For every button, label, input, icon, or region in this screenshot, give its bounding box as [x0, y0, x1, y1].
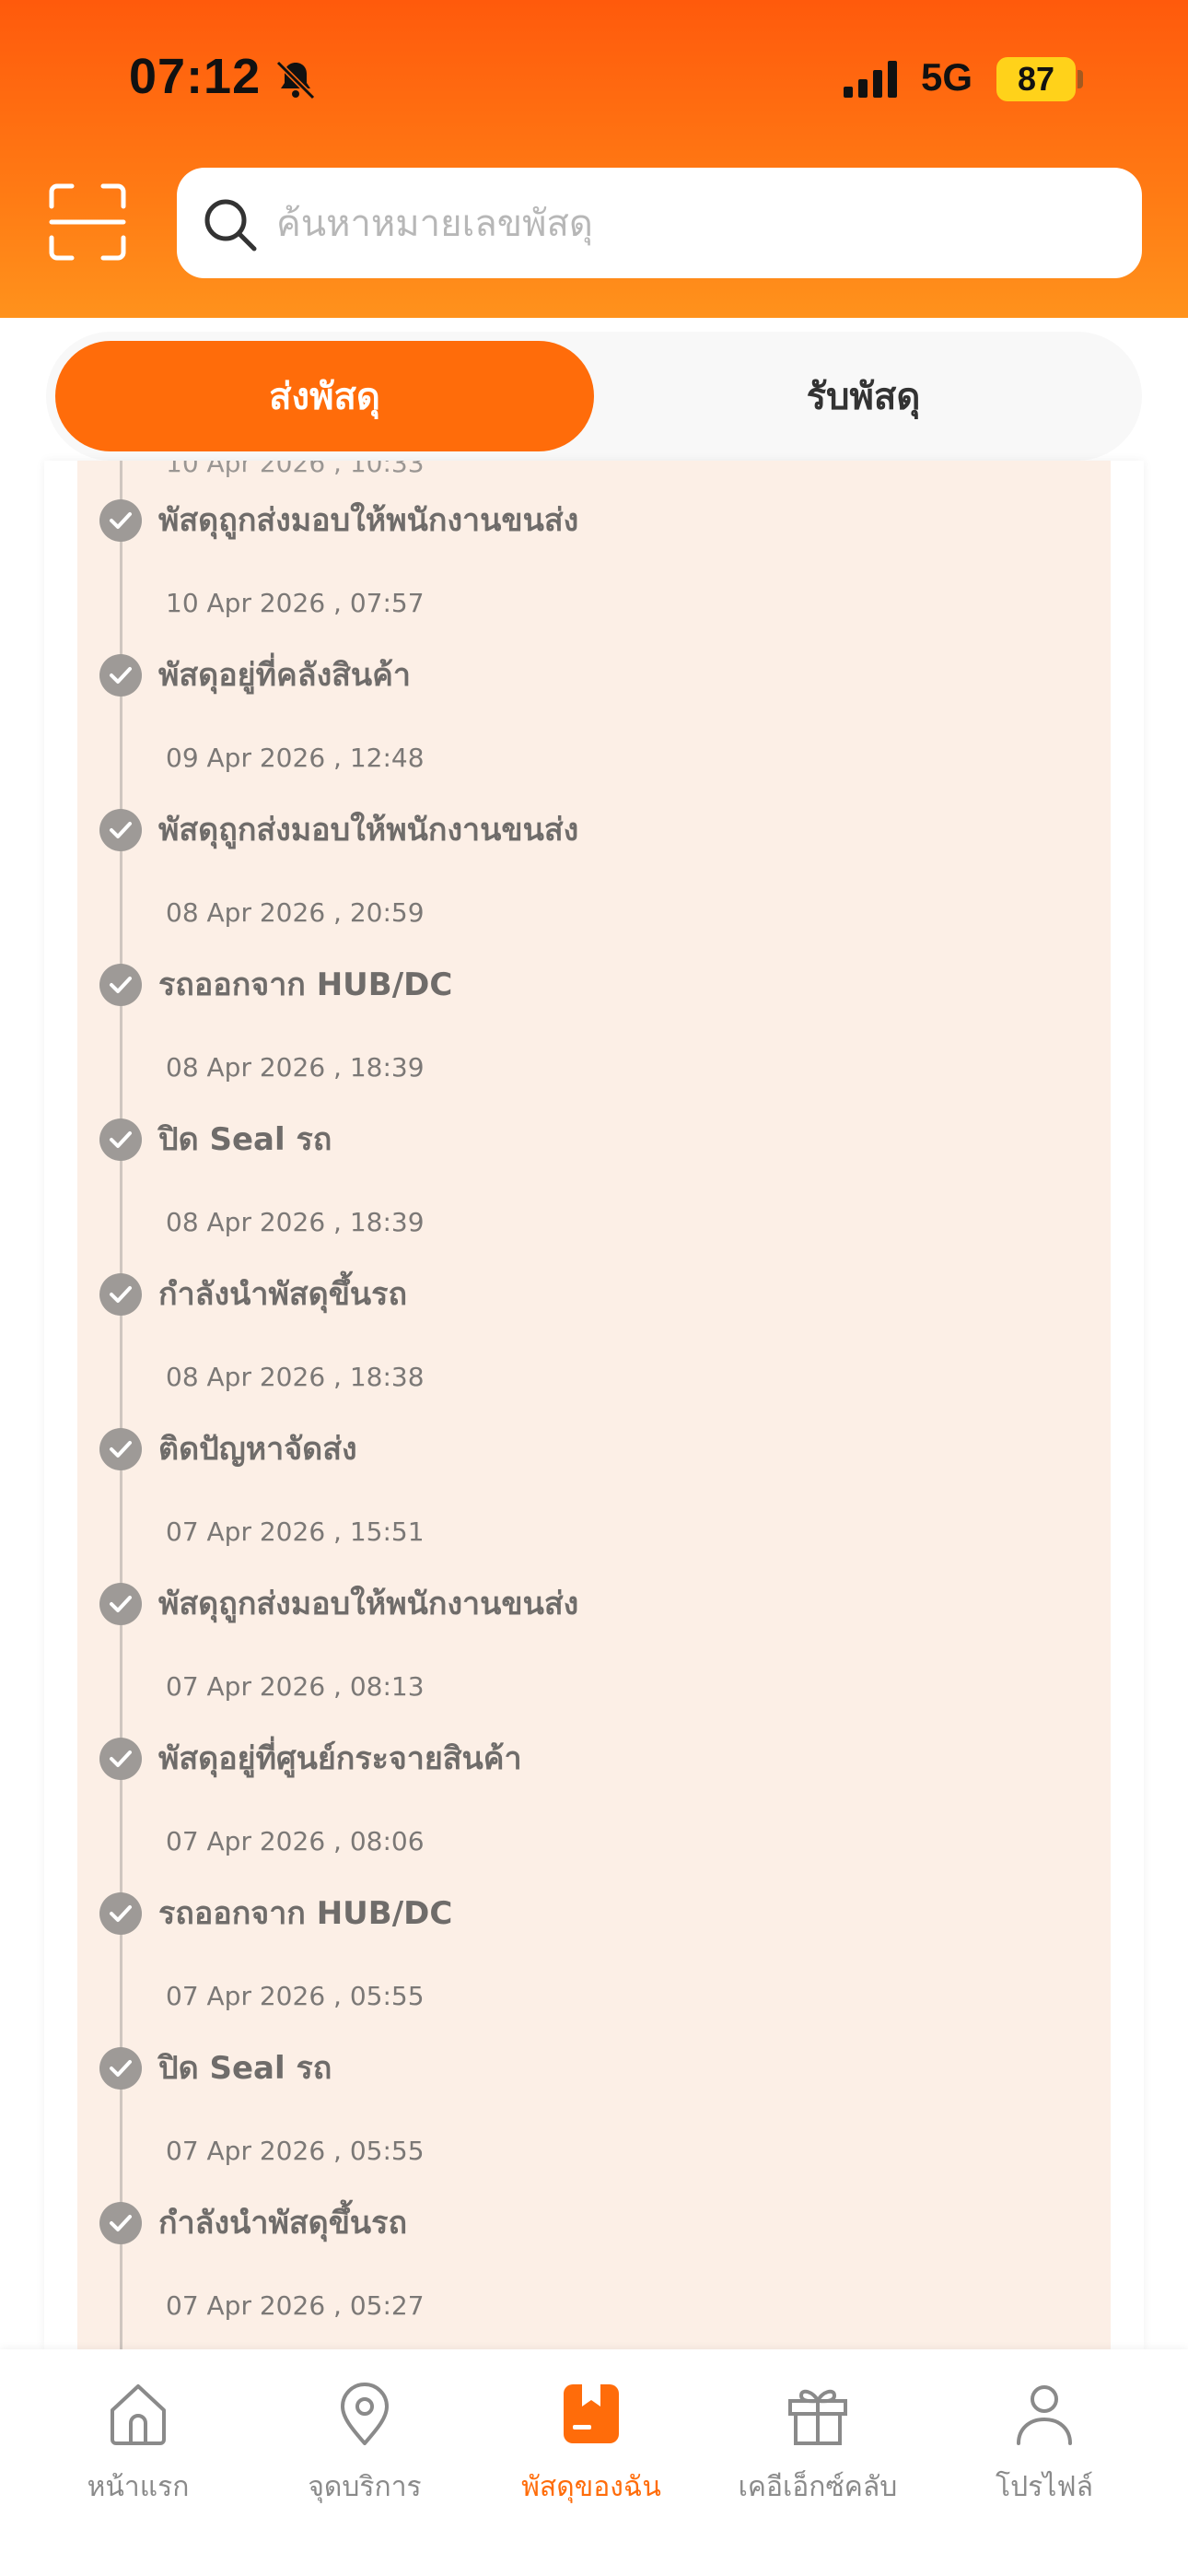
timeline-event: ปิด Seal รถ 08 Apr 2026 , 18:39: [77, 1118, 1111, 1273]
app-header: 07:12 5G 87: [0, 0, 1188, 318]
timeline-event: กำลังนำพัสดุขึ้นรถ 07 Apr 2026 , 05:27: [77, 2202, 1111, 2349]
event-date: 08 Apr 2026 , 18:39: [166, 1052, 425, 1083]
timeline-event: พัสดุอยู่ที่คลังสินค้า 09 Apr 2026 , 12:4…: [77, 654, 1111, 809]
network-label: 5G: [921, 55, 973, 99]
event-title: พัสดุถูกส่งมอบให้พนักงานขนส่ง: [158, 812, 579, 849]
timeline-event: พัสดุถูกส่งมอบให้พนักงานขนส่ง 07 Apr 2026…: [77, 1583, 1111, 1738]
event-date: 08 Apr 2026 , 20:59: [166, 897, 425, 928]
event-title: ปิด Seal รถ: [158, 1121, 332, 1158]
scan-icon[interactable]: [46, 181, 129, 263]
location-pin-icon: [341, 2383, 389, 2445]
nav-profile[interactable]: โปรไฟล์: [934, 2377, 1155, 2561]
event-title: พัสดุอยู่ที่คลังสินค้า: [158, 657, 412, 694]
event-date: 07 Apr 2026 , 05:55: [166, 2136, 425, 2166]
timeline-event: ติดปัญหาจัดส่ง 07 Apr 2026 , 15:51: [77, 1428, 1111, 1583]
event-title: กำลังนำพัสดุขึ้นรถ: [158, 1276, 408, 1313]
battery-indicator: 87: [996, 57, 1076, 101]
search-icon: [204, 199, 257, 252]
check-circle-icon: [99, 1273, 142, 1316]
timeline-event: รถออกจาก HUB/DC 07 Apr 2026 , 05:55: [77, 1892, 1111, 2047]
tab-send-parcel[interactable]: ส่งพัสดุ: [55, 341, 594, 451]
check-circle-icon: [99, 1892, 142, 1935]
event-title: กำลังนำพัสดุขึ้นรถ: [158, 2205, 408, 2242]
event-date: 07 Apr 2026 , 05:55: [166, 1981, 425, 2011]
nav-home[interactable]: หน้าแรก: [28, 2377, 249, 2561]
profile-icon: [1017, 2385, 1072, 2445]
nav-my-parcels-label: พัสดุของฉัน: [521, 2471, 661, 2503]
check-circle-icon: [99, 809, 142, 851]
nav-service-points[interactable]: จุดบริการ: [254, 2377, 475, 2561]
nav-service-points-label: จุดบริการ: [308, 2471, 422, 2503]
nav-kex-club-label: เคอีเอ็กซ์คลับ: [738, 2471, 898, 2503]
partial-event-date: 10 Apr 2026 , 10:33: [166, 461, 425, 478]
bottom-navigation: หน้าแรก จุดบริการ พัสดุของฉัน เคอีเอ็กซ์…: [0, 2349, 1188, 2576]
tab-receive-parcel[interactable]: รับพัสดุ: [594, 341, 1133, 451]
check-circle-icon: [99, 499, 142, 542]
check-circle-icon: [99, 654, 142, 697]
search-bar[interactable]: [177, 168, 1142, 280]
event-title: รถออกจาก HUB/DC: [158, 1895, 453, 1932]
nav-home-label: หน้าแรก: [87, 2471, 190, 2503]
check-circle-icon: [99, 964, 142, 1006]
event-date: 07 Apr 2026 , 08:13: [166, 1671, 425, 1702]
shipment-tabs: ส่งพัสดุ รับพัสดุ: [46, 332, 1142, 461]
timeline-event: ปิด Seal รถ 07 Apr 2026 , 05:55: [77, 2047, 1111, 2202]
event-date: 07 Apr 2026 , 05:27: [166, 2290, 425, 2321]
event-date: 08 Apr 2026 , 18:39: [166, 1207, 425, 1237]
battery-tip: [1077, 70, 1083, 88]
status-time: 07:12: [129, 49, 262, 104]
event-title: รถออกจาก HUB/DC: [158, 966, 453, 1003]
bell-muted-icon: [275, 60, 316, 100]
timeline-event: พัสดุถูกส่งมอบให้พนักงานขนส่ง 10 Apr 2026…: [77, 499, 1111, 654]
event-date: 07 Apr 2026 , 08:06: [166, 1826, 425, 1856]
signal-icon: [844, 61, 897, 98]
event-date: 09 Apr 2026 , 12:48: [166, 743, 425, 773]
search-input[interactable]: [274, 168, 1107, 280]
timeline-event: กำลังนำพัสดุขึ้นรถ 08 Apr 2026 , 18:38: [77, 1273, 1111, 1428]
parcel-icon: [564, 2384, 619, 2443]
event-title: ติดปัญหาจัดส่ง: [158, 1431, 357, 1468]
nav-profile-label: โปรไฟล์: [996, 2471, 1093, 2503]
timeline-event: รถออกจาก HUB/DC 08 Apr 2026 , 18:39: [77, 964, 1111, 1118]
event-title: พัสดุถูกส่งมอบให้พนักงานขนส่ง: [158, 502, 579, 539]
event-date: 10 Apr 2026 , 07:57: [166, 588, 425, 618]
event-date: 07 Apr 2026 , 15:51: [166, 1516, 425, 1547]
event-title: ปิด Seal รถ: [158, 2050, 332, 2087]
check-circle-icon: [99, 2202, 142, 2244]
event-date: 08 Apr 2026 , 18:38: [166, 1362, 425, 1392]
event-title: พัสดุถูกส่งมอบให้พนักงานขนส่ง: [158, 1586, 579, 1622]
check-circle-icon: [99, 1583, 142, 1625]
timeline-event: พัสดุอยู่ที่ศูนย์กระจายสินค้า 07 Apr 2026…: [77, 1738, 1111, 1892]
nav-my-parcels[interactable]: พัสดุของฉัน: [481, 2377, 702, 2561]
check-circle-icon: [99, 1428, 142, 1470]
timeline-event: พัสดุถูกส่งมอบให้พนักงานขนส่ง 08 Apr 2026…: [77, 809, 1111, 964]
gift-icon: [788, 2389, 847, 2445]
check-circle-icon: [99, 1738, 142, 1780]
check-circle-icon: [99, 1118, 142, 1161]
nav-kex-club[interactable]: เคอีเอ็กซ์คลับ: [707, 2377, 928, 2561]
check-circle-icon: [99, 2047, 142, 2090]
event-title: พัสดุอยู่ที่ศูนย์กระจายสินค้า: [158, 1740, 522, 1777]
home-icon: [111, 2384, 166, 2445]
tracking-timeline[interactable]: 10 Apr 2026 , 10:33 พัสดุถูกส่งมอบให้พนั…: [77, 461, 1111, 2349]
